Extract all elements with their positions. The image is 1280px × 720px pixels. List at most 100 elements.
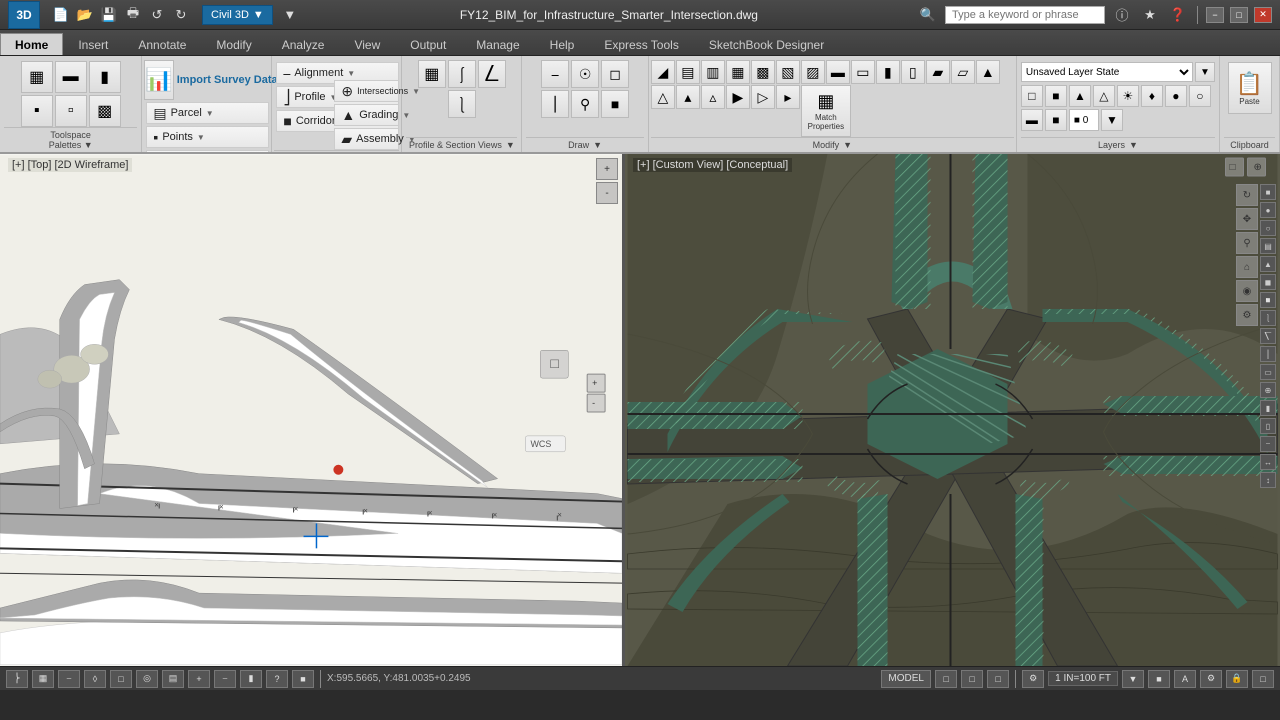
redo-btn[interactable]: ↻ — [170, 4, 192, 26]
modify-icon-10[interactable]: ▮ — [876, 60, 900, 84]
ps-icon-4[interactable]: ⎱ — [448, 90, 476, 118]
draw-icon-3[interactable]: ◻ — [601, 60, 629, 88]
ps-icon-3[interactable]: ⎳ — [478, 60, 506, 88]
nav-tool-5[interactable]: ▲ — [1260, 256, 1276, 272]
scale-display[interactable]: 1 IN=100 FT — [1048, 671, 1118, 686]
nav-tool-1[interactable]: ■ — [1260, 184, 1276, 200]
close-btn[interactable]: ✕ — [1254, 7, 1272, 23]
modify-icon-20[interactable]: ▸ — [776, 85, 800, 109]
draw-icon-5[interactable]: ⚲ — [571, 90, 599, 118]
nav-tool-11[interactable]: ▭ — [1260, 364, 1276, 380]
modify-icon-12[interactable]: ▰ — [926, 60, 950, 84]
nav-tool-16[interactable]: ↔ — [1260, 454, 1276, 470]
viewport-left[interactable]: [+] [Top] [2D Wireframe] — [0, 154, 625, 666]
modify-icon-8[interactable]: ▬ — [826, 60, 850, 84]
layout3-btn[interactable]: □ — [987, 670, 1009, 688]
toolspace-icon-3[interactable]: ▮ — [89, 61, 121, 93]
search-input[interactable] — [945, 6, 1105, 24]
draw-icon-6[interactable]: ■ — [601, 90, 629, 118]
3d-pan-btn[interactable]: ✥ — [1236, 208, 1258, 230]
tab-help[interactable]: Help — [535, 33, 590, 55]
zoom-in-btn[interactable]: + — [596, 158, 618, 180]
dyn-btn[interactable]: + — [188, 670, 210, 688]
modify-dropdown[interactable]: Modify▼ — [651, 137, 1014, 152]
assembly-btn[interactable]: ▰ Assembly ▼ — [334, 128, 399, 150]
undo-btn[interactable]: ↺ — [146, 4, 168, 26]
open-file-btn[interactable]: 📂 — [74, 4, 96, 26]
toolspace-icon-6[interactable]: ▩ — [89, 95, 121, 127]
annotation-btn[interactable]: A — [1174, 670, 1196, 688]
modify-icon-15[interactable]: △ — [651, 85, 675, 109]
paste-btn[interactable]: 📋 Paste — [1228, 62, 1272, 114]
model-btn[interactable]: MODEL — [881, 670, 931, 688]
layer-icon-11[interactable]: ▼ — [1101, 109, 1123, 131]
maximize-btn[interactable]: □ — [1230, 7, 1248, 23]
view3d-btn[interactable]: ■ — [1148, 670, 1170, 688]
nav-tool-17[interactable]: ↕ — [1260, 472, 1276, 488]
settings-btn[interactable]: ⚙ — [1022, 670, 1044, 688]
modify-icon-14[interactable]: ▲ — [976, 60, 1000, 84]
draw-icon-1[interactable]: ⎯ — [541, 60, 569, 88]
tab-express-tools[interactable]: Express Tools — [589, 33, 693, 55]
nav-tool-10[interactable]: ⎪ — [1260, 346, 1276, 362]
tab-sketchbook[interactable]: SketchBook Designer — [694, 33, 839, 55]
layers-dropdown[interactable]: Layers▼ — [1021, 137, 1215, 152]
nav-tool-4[interactable]: ▤ — [1260, 238, 1276, 254]
tab-manage[interactable]: Manage — [461, 33, 534, 55]
sc-btn[interactable]: ■ — [292, 670, 314, 688]
3d-view-btn[interactable]: ◉ — [1236, 280, 1258, 302]
ducs-btn[interactable]: ▤ — [162, 670, 184, 688]
layer-icon-3[interactable]: ▲ — [1069, 85, 1091, 107]
import-survey-icon[interactable]: 📊 — [144, 60, 173, 100]
qp-btn[interactable]: ? — [266, 670, 288, 688]
layer-icon-2[interactable]: ■ — [1045, 85, 1067, 107]
toolspace-icon-5[interactable]: ▫ — [55, 95, 87, 127]
tab-home[interactable]: Home — [0, 33, 63, 55]
viewport-right[interactable]: [+] [Custom View] [Conceptual] — [625, 154, 1280, 666]
modify-icon-1[interactable]: ◢ — [651, 60, 675, 84]
nav-tool-3[interactable]: ○ — [1260, 220, 1276, 236]
modify-icon-11[interactable]: ▯ — [901, 60, 925, 84]
lw-btn[interactable]: ⎯ — [214, 670, 236, 688]
layer-icon-5[interactable]: ☀ — [1117, 85, 1139, 107]
nav-tool-12[interactable]: ⊕ — [1260, 382, 1276, 398]
tab-analyze[interactable]: Analyze — [267, 33, 340, 55]
layer-icon-9[interactable]: ▬ — [1021, 109, 1043, 131]
layer-icon-10[interactable]: ■ — [1045, 109, 1067, 131]
osnap-btn[interactable]: □ — [110, 670, 132, 688]
tab-insert[interactable]: Insert — [63, 33, 123, 55]
new-file-btn[interactable]: 📄 — [50, 4, 72, 26]
workspace-status-btn[interactable]: ⚙ — [1200, 670, 1222, 688]
profile-section-dropdown[interactable]: Profile & Section Views▼ — [406, 137, 517, 152]
workspace-dropdown[interactable]: Civil 3D ▼ — [202, 5, 273, 25]
nav-tool-14[interactable]: ▯ — [1260, 418, 1276, 434]
grading-btn[interactable]: ▲ Grading ▼ — [334, 104, 399, 126]
toolspace-icon-2[interactable]: ▬ — [55, 61, 87, 93]
palettes-dropdown[interactable]: Palettes ▼ — [49, 140, 93, 152]
help-icon[interactable]: ❓ — [1167, 4, 1189, 26]
toolspace-icon-1[interactable]: ▦ — [21, 61, 53, 93]
modify-icon-4[interactable]: ▦ — [726, 60, 750, 84]
draw-icon-4[interactable]: ⎪ — [541, 90, 569, 118]
modify-icon-6[interactable]: ▧ — [776, 60, 800, 84]
nav-tool-8[interactable]: ⎱ — [1260, 310, 1276, 326]
ps-icon-1[interactable]: ▦ — [418, 60, 446, 88]
modify-icon-16[interactable]: ▴ — [676, 85, 700, 109]
lockui-btn[interactable]: 🔒 — [1226, 670, 1248, 688]
3d-zoom-btn[interactable]: ⚲ — [1236, 232, 1258, 254]
tab-view[interactable]: View — [339, 33, 395, 55]
parcel-btn[interactable]: ▤ Parcel ▼ — [146, 102, 269, 124]
layer-icon-8[interactable]: ○ — [1189, 85, 1211, 107]
polar-btn[interactable]: ◊ — [84, 670, 106, 688]
layout1-btn[interactable]: □ — [935, 670, 957, 688]
save-btn[interactable]: 💾 — [98, 4, 120, 26]
toolspace-icon-4[interactable]: ▪ — [21, 95, 53, 127]
grid-btn[interactable]: ▦ — [32, 670, 54, 688]
star-icon[interactable]: ★ — [1139, 4, 1161, 26]
nav-tool-7[interactable]: ◽ — [1260, 292, 1276, 308]
nav-tool-9[interactable]: ⎲ — [1260, 328, 1276, 344]
modify-icon-17[interactable]: ▵ — [701, 85, 725, 109]
layer-icon-1[interactable]: □ — [1021, 85, 1043, 107]
modify-icon-3[interactable]: ▥ — [701, 60, 725, 84]
snap-btn[interactable]: ⎬ — [6, 670, 28, 688]
